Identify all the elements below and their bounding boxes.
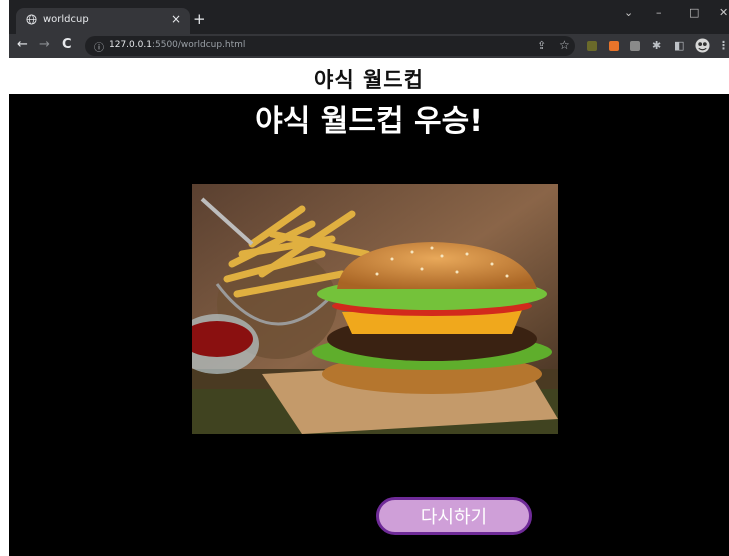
browser-toolbar: ← → C ⓘ 127.0.0.1:5500/worldcup.html ⇪ ☆…: [9, 34, 729, 58]
left-margin: [0, 0, 9, 556]
reload-icon[interactable]: C: [62, 37, 72, 52]
back-icon[interactable]: ←: [17, 37, 28, 52]
close-window-button[interactable]: ✕: [719, 6, 728, 19]
side-panel-icon[interactable]: ◧: [674, 39, 684, 52]
url-host: 127.0.0.1: [109, 40, 152, 50]
tab-title: worldcup: [43, 14, 89, 25]
tab-close-icon[interactable]: ×: [171, 12, 181, 26]
browser-window: worldcup × + ⌄ – □ ✕ ← → C ⓘ 127.0.0.1:5…: [9, 0, 729, 556]
extension-1-icon[interactable]: [587, 41, 597, 51]
retry-button[interactable]: 다시하기: [376, 497, 532, 535]
tab-worldcup[interactable]: worldcup ×: [16, 8, 190, 34]
tab-search-icon[interactable]: ⌄: [624, 6, 633, 19]
globe-icon: [26, 14, 37, 25]
extension-2-icon[interactable]: [609, 41, 619, 51]
info-icon[interactable]: ⓘ: [94, 39, 104, 54]
page-content: 야식 월드컵 야식 월드컵 우승! 다시하기: [9, 58, 729, 556]
site-header: 야식 월드컵: [9, 58, 729, 94]
url-text[interactable]: 127.0.0.1:5500/worldcup.html: [109, 40, 245, 50]
bookmark-icon[interactable]: ☆: [559, 38, 570, 52]
url-path: :5500/worldcup.html: [151, 40, 246, 50]
share-icon[interactable]: ⇪: [537, 39, 546, 52]
menu-icon[interactable]: ⋮: [718, 39, 729, 52]
maximize-button[interactable]: □: [689, 6, 699, 19]
profile-icon[interactable]: [695, 38, 710, 53]
forward-icon[interactable]: →: [39, 37, 50, 52]
minimize-button[interactable]: –: [656, 6, 662, 19]
tab-strip: worldcup × + ⌄ – □ ✕: [9, 0, 729, 34]
address-bar[interactable]: ⓘ 127.0.0.1:5500/worldcup.html: [85, 36, 575, 56]
winner-heading: 야식 월드컵 우승!: [255, 104, 483, 139]
burger-image: [192, 184, 558, 434]
extensions-icon[interactable]: ✱: [652, 39, 661, 52]
new-tab-button[interactable]: +: [193, 10, 206, 28]
site-title: 야식 월드컵: [314, 68, 424, 92]
winner-food-image: [192, 184, 558, 434]
extension-3-icon[interactable]: [630, 41, 640, 51]
